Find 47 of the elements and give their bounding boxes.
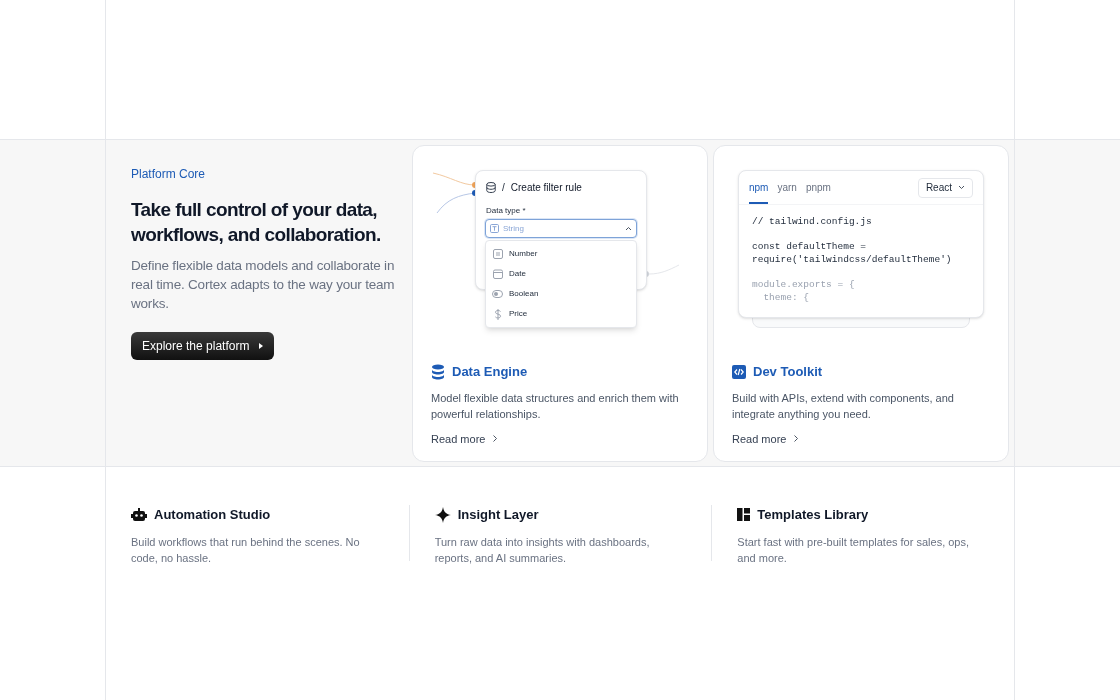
code-icon — [732, 364, 746, 379]
toggle-icon — [492, 290, 503, 298]
framework-select[interactable]: React — [917, 177, 973, 198]
feature-title: Insight Layer — [457, 506, 539, 524]
dialog-title: Create filter rule — [510, 181, 582, 195]
breadcrumb-separator: / — [502, 181, 505, 195]
sparkle-icon — [434, 506, 451, 523]
robot-icon — [131, 507, 147, 522]
read-more-link[interactable]: Read more — [431, 430, 498, 447]
chevron-icon — [794, 435, 799, 443]
dropdown-option[interactable]: Boolean — [486, 284, 636, 304]
eyebrow-label: Platform Core — [131, 166, 207, 183]
feature-description: Start fast with pre-built templates for sales, ops, and more. — [737, 534, 971, 566]
feature-description: Build workflows that run behind the scenes. No code, no hassle. — [131, 534, 361, 566]
chevron-icon — [958, 185, 965, 190]
calendar-icon — [492, 269, 503, 279]
explore-button[interactable]: Explore the platform — [131, 332, 275, 360]
card-description: Model flexible data structures and enrich them with powerful relationships. — [431, 390, 680, 422]
feature-title: Templates Library — [757, 506, 869, 524]
code-text: // tailwind.config.js — [752, 215, 873, 228]
database-icon — [486, 182, 496, 193]
dropdown-option[interactable]: Date — [486, 264, 636, 284]
code-text: module.exports = { theme: { — [752, 278, 856, 304]
section-description: Define flexible data models and collaborate in real time. Cortex adapts to the way your team works. — [131, 257, 396, 313]
card-description: Build with APIs, extend with components, and integrate anything you need. — [732, 390, 955, 422]
read-more-link[interactable]: Read more — [732, 430, 799, 447]
package-tab[interactable]: yarn — [777, 177, 797, 204]
caret-icon — [259, 343, 264, 349]
chevron-icon — [625, 226, 632, 231]
database-icon — [431, 363, 445, 380]
package-tab[interactable]: npm — [749, 177, 769, 204]
code-text: const defaultTheme = require('tailwindcss/defaultTheme') — [752, 240, 953, 266]
dropdown-option[interactable]: Price — [486, 304, 636, 324]
chevron-icon — [493, 435, 498, 443]
card-title: Data Engine — [452, 363, 528, 381]
dollar-icon — [493, 308, 502, 320]
text-icon — [490, 224, 499, 233]
feature-description: Turn raw data into insights with dashboards, reports, and AI summaries. — [434, 534, 651, 566]
select-value: String — [503, 222, 525, 235]
feature-title: Automation Studio — [154, 506, 271, 524]
field-label: Data type * — [485, 205, 527, 217]
package-tab[interactable]: pnpm — [805, 177, 831, 204]
list-icon — [492, 249, 503, 259]
dropdown-option[interactable]: Number — [486, 244, 636, 264]
card-title: Dev Toolkit — [753, 363, 823, 381]
section-heading: Take full control of your data, workflows, and collaboration. — [131, 198, 382, 247]
layout-icon — [737, 508, 751, 522]
